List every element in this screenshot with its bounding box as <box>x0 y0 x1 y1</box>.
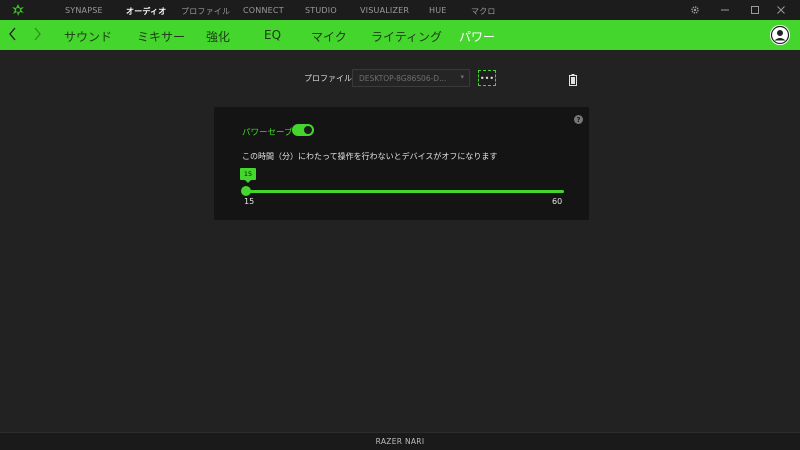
chevron-left-icon[interactable] <box>8 26 18 46</box>
tab-mixer[interactable]: ミキサー <box>137 28 185 45</box>
top-nav-studio[interactable]: STUDIO <box>305 6 337 15</box>
top-nav-hue[interactable]: HUE <box>429 6 447 15</box>
power-save-toggle[interactable] <box>292 124 314 136</box>
power-save-description: この時間（分）にわたって操作を行わないとデバイスがオフになります <box>242 152 498 161</box>
help-icon[interactable]: ? <box>574 115 583 124</box>
power-save-label: パワーセーブ <box>242 128 293 138</box>
sub-nav: サウンド ミキサー 強化 EQ マイク ライティング パワー <box>0 20 800 50</box>
tab-eq[interactable]: EQ <box>264 28 281 42</box>
slider-track[interactable] <box>246 190 564 193</box>
tab-lighting[interactable]: ライティング <box>371 28 442 45</box>
tab-enhancement[interactable]: 強化 <box>206 28 230 45</box>
profile-label: プロファイル <box>304 74 352 83</box>
title-bar: SYNAPSE オーディオ プロファイル CONNECT STUDIO VISU… <box>0 0 800 20</box>
slider-max-label: 60 <box>552 197 563 206</box>
slider-thumb[interactable] <box>241 186 251 196</box>
slider-min-label: 15 <box>244 197 255 206</box>
profile-more-button[interactable]: ••• <box>478 70 496 86</box>
minimize-icon[interactable] <box>718 3 732 17</box>
top-nav-profiles[interactable]: プロファイル <box>181 6 230 17</box>
chevron-down-icon: ▾ <box>460 73 464 81</box>
razer-logo-icon[interactable] <box>0 0 36 20</box>
top-nav-synapse[interactable]: SYNAPSE <box>65 6 103 15</box>
close-icon[interactable] <box>774 3 788 17</box>
top-nav-connect[interactable]: CONNECT <box>243 6 284 15</box>
tab-sound[interactable]: サウンド <box>64 28 112 45</box>
footer-bar: RAZER NARI <box>0 432 800 450</box>
top-nav-audio[interactable]: オーディオ <box>126 6 166 17</box>
tab-power[interactable]: パワー <box>459 28 495 45</box>
top-nav-macro[interactable]: マクロ <box>471 6 496 17</box>
maximize-icon[interactable] <box>748 3 762 17</box>
device-name: RAZER NARI <box>375 437 425 446</box>
user-avatar-icon[interactable] <box>770 25 790 45</box>
tab-mic[interactable]: マイク <box>311 28 347 45</box>
chevron-right-icon[interactable] <box>32 26 42 46</box>
profile-selected-value: DESKTOP-8G86S06-D... <box>359 74 447 83</box>
toggle-knob <box>304 126 312 134</box>
slider-value-tooltip: 15 <box>240 168 256 183</box>
top-nav-visualizer[interactable]: VISUALIZER <box>360 6 409 15</box>
battery-icon <box>569 71 577 86</box>
gear-icon[interactable] <box>688 3 702 17</box>
power-save-panel: ? パワーセーブ この時間（分）にわたって操作を行わないとデバイスがオフになりま… <box>214 107 589 220</box>
profile-dropdown[interactable]: DESKTOP-8G86S06-D... ▾ <box>352 69 470 87</box>
